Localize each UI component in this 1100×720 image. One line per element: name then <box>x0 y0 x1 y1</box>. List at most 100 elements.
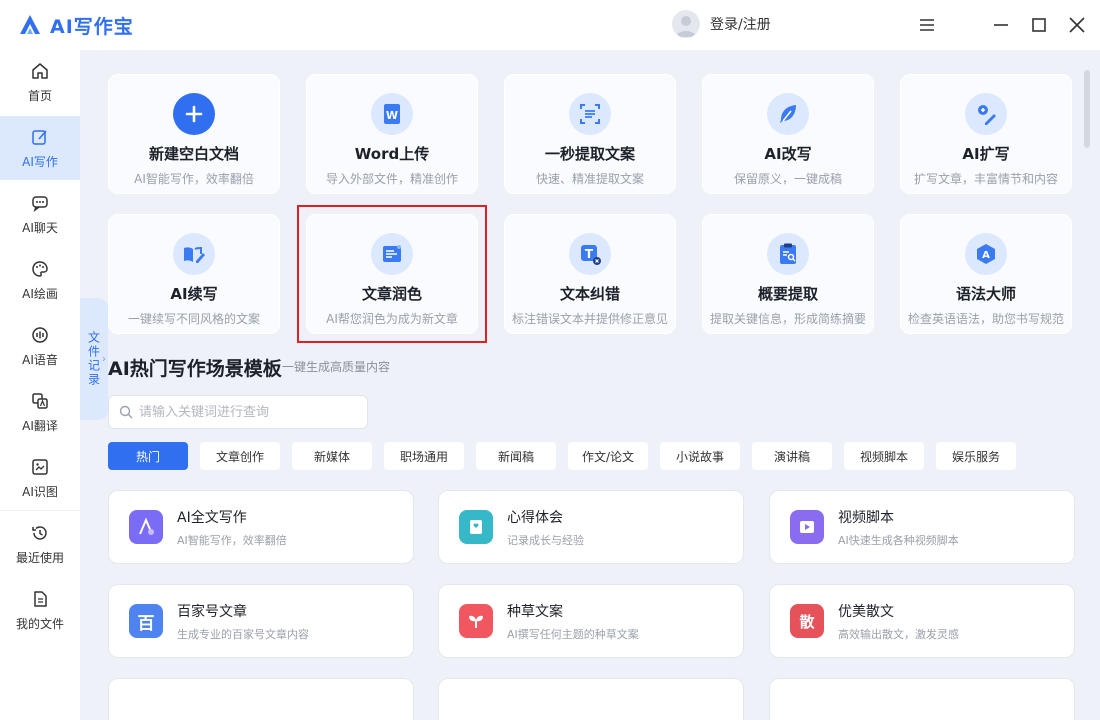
tool-title: AI续写 <box>170 285 218 303</box>
sidebar-item-label: 首页 <box>27 88 52 103</box>
search-input[interactable] <box>139 404 359 420</box>
tool-new-blank-doc[interactable]: 新建空白文档 AI智能写作，效率翻倍 <box>108 74 280 194</box>
template-card-ai-full-writing[interactable]: AI全文写作 AI智能写作，效率翻倍 <box>108 490 414 564</box>
login-label: 登录/注册 <box>710 17 771 33</box>
minimize-button[interactable] <box>988 12 1014 38</box>
svg-text:T: T <box>585 247 594 261</box>
category-tab-entertainment[interactable]: 娱乐服务 <box>936 442 1016 470</box>
sidebar-item-ai-image[interactable]: AI识图 <box>0 446 80 510</box>
tool-ai-continue[interactable]: AI续写 一键续写不同风格的文案 <box>108 214 280 334</box>
category-tab-speech[interactable]: 演讲稿 <box>752 442 832 470</box>
tool-desc: 提取关键信息，形成简练摘要 <box>709 312 866 326</box>
image-icon <box>30 457 50 477</box>
word-icon: W <box>371 93 413 135</box>
tool-desc: AI智能写作，效率翻倍 <box>134 172 254 186</box>
sidebar-item-home[interactable]: 首页 <box>0 50 80 114</box>
app-title: AI写作宝 <box>50 15 134 38</box>
scrollbar-thumb[interactable] <box>1084 70 1090 148</box>
book-pen-icon <box>173 233 215 275</box>
tool-desc: 快速、精准提取文案 <box>535 172 644 186</box>
search-icon <box>119 405 133 419</box>
hamburger-icon <box>920 19 934 31</box>
sidebar-item-label: 最近使用 <box>15 550 64 565</box>
tool-summary-extract[interactable]: 概要提取 提取关键信息，形成简练摘要 <box>702 214 874 334</box>
category-tab-article[interactable]: 文章创作 <box>200 442 280 470</box>
category-tab-workplace[interactable]: 职场通用 <box>384 442 464 470</box>
avatar <box>672 10 700 38</box>
clipboard-search-icon <box>767 233 809 275</box>
tool-title: 文章润色 <box>361 285 422 303</box>
grammar-icon: A <box>965 233 1007 275</box>
prose-icon: 散 <box>790 604 824 638</box>
file-records-tab[interactable]: 文件记录 › <box>80 298 108 420</box>
templates-section-title: AI热门写作场景模板 <box>108 358 282 380</box>
template-card-reflection[interactable]: 心得体会 记录成长与经验 <box>438 490 744 564</box>
maximize-button[interactable] <box>1026 12 1052 38</box>
category-tab-hot[interactable]: 热门 <box>108 442 188 470</box>
tool-desc: 导入外部文件，精准创作 <box>325 172 458 186</box>
template-card-partial[interactable] <box>108 678 414 720</box>
template-search[interactable] <box>108 395 368 429</box>
template-card-partial[interactable] <box>769 678 1075 720</box>
sidebar-item-recent[interactable]: 最近使用 <box>0 512 80 576</box>
category-tab-new-media[interactable]: 新媒体 <box>292 442 372 470</box>
maximize-icon <box>1032 18 1046 32</box>
menu-button[interactable] <box>914 12 940 38</box>
template-card-partial[interactable] <box>438 678 744 720</box>
tool-polish-article[interactable]: 文章润色 AI帮您润色为成为新文章 <box>306 214 478 334</box>
category-tab-novel[interactable]: 小说故事 <box>660 442 740 470</box>
template-desc: AI快速生成各种视频脚本 <box>838 533 959 547</box>
sidebar-item-ai-voice[interactable]: AI语音 <box>0 314 80 378</box>
category-tab-essay[interactable]: 作文/论文 <box>568 442 648 470</box>
tool-text-correction[interactable]: T 文本纠错 标注错误文本并提供修正意见 <box>504 214 676 334</box>
chat-icon <box>30 193 50 213</box>
template-card-grass-planting[interactable]: 种草文案 AI撰写任何主题的种草文案 <box>438 584 744 658</box>
tool-ai-rewrite[interactable]: AI改写 保留原义，一键成稿 <box>702 74 874 194</box>
tool-title: 新建空白文档 <box>148 145 239 163</box>
chevron-right-icon: › <box>102 354 106 365</box>
category-tab-video-script[interactable]: 视频脚本 <box>844 442 924 470</box>
tool-desc: 一键续写不同风格的文案 <box>127 312 260 326</box>
user-icon <box>676 16 696 37</box>
sidebar: 首页 AI写作 AI聊天 AI绘画 AI语音 AI翻译 AI识图 最近使用 我的… <box>0 50 80 720</box>
template-desc: 生成专业的百家号文章内容 <box>177 627 309 641</box>
sidebar-item-my-files[interactable]: 我的文件 <box>0 578 80 642</box>
home-icon <box>30 61 50 81</box>
sidebar-item-ai-painting[interactable]: AI绘画 <box>0 248 80 312</box>
tool-title: 一秒提取文案 <box>544 145 635 163</box>
login-button[interactable]: 登录/注册 <box>672 10 771 38</box>
palette-icon <box>30 259 50 279</box>
template-title: 心得体会 <box>507 509 563 526</box>
sidebar-item-ai-translate[interactable]: AI翻译 <box>0 380 80 444</box>
template-title: AI全文写作 <box>177 509 247 526</box>
close-button[interactable] <box>1064 12 1090 38</box>
template-desc: AI撰写任何主题的种草文案 <box>507 627 639 641</box>
feather-icon <box>767 93 809 135</box>
tool-desc: 保留原义，一键成稿 <box>733 172 842 186</box>
tool-word-upload[interactable]: W Word上传 导入外部文件，精准创作 <box>306 74 478 194</box>
template-card-video-script[interactable]: 视频脚本 AI快速生成各种视频脚本 <box>769 490 1075 564</box>
baijia-icon: 百 <box>129 604 163 638</box>
sidebar-item-ai-chat[interactable]: AI聊天 <box>0 182 80 246</box>
tool-desc: 检查英语语法，助您书写规范 <box>907 312 1064 326</box>
tool-extract-text[interactable]: 一秒提取文案 快速、精准提取文案 <box>504 74 676 194</box>
sidebar-item-ai-writing[interactable]: AI写作 <box>0 116 80 180</box>
minimize-icon <box>994 24 1008 26</box>
translate-icon <box>30 391 50 411</box>
category-tab-press[interactable]: 新闻稿 <box>476 442 556 470</box>
tool-desc: AI帮您润色为成为新文章 <box>326 312 458 326</box>
audio-icon <box>30 325 50 345</box>
scan-icon <box>569 93 611 135</box>
title-bar: AI写作宝 登录/注册 <box>0 0 1100 50</box>
tool-ai-expand[interactable]: AI扩写 扩写文章，丰富情节和内容 <box>900 74 1072 194</box>
tool-title: Word上传 <box>354 145 430 163</box>
template-card-prose[interactable]: 散 优美散文 高效输出散文，激发灵感 <box>769 584 1075 658</box>
close-icon <box>1069 17 1085 33</box>
tool-grammar-master[interactable]: A 语法大师 检查英语语法，助您书写规范 <box>900 214 1072 334</box>
template-card-baijiahao-article[interactable]: 百 百家号文章 生成专业的百家号文章内容 <box>108 584 414 658</box>
template-desc: AI智能写作，效率翻倍 <box>177 533 287 547</box>
scrollbar[interactable] <box>1084 70 1090 710</box>
ai-write-icon <box>129 510 163 544</box>
template-title: 百家号文章 <box>177 603 247 620</box>
expand-icon <box>965 93 1007 135</box>
